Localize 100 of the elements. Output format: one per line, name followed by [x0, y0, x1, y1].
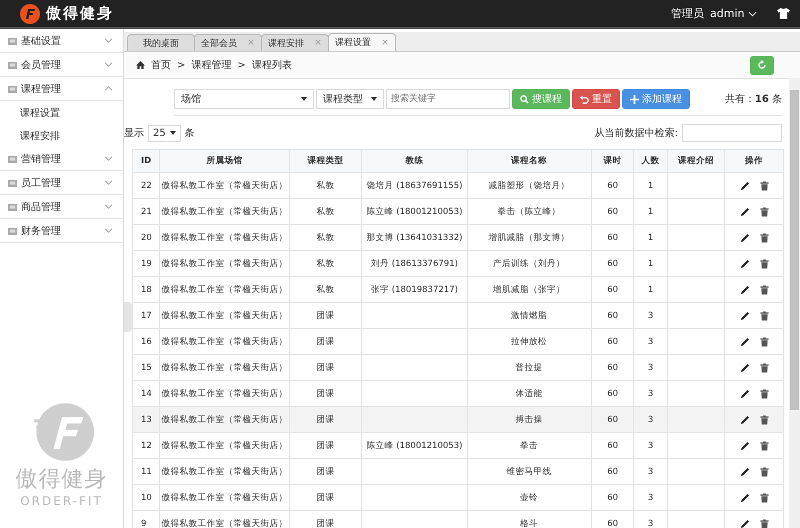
table-cell: 傲得私教工作室（常楹天街店）: [160, 406, 290, 432]
edit-icon[interactable]: [740, 440, 750, 450]
edit-icon[interactable]: [740, 310, 750, 320]
table-cell: 60: [591, 458, 634, 484]
tab[interactable]: 全部会员 ×: [194, 34, 262, 51]
table-cell: 激情燃脂: [467, 302, 592, 328]
edit-icon[interactable]: [740, 232, 750, 242]
user-menu[interactable]: admin: [710, 7, 757, 20]
search-field[interactable]: 搜索关键字: [386, 89, 510, 109]
delete-icon[interactable]: [760, 518, 769, 528]
breadcrumb-item[interactable]: 首页: [151, 58, 171, 72]
collapse-handle[interactable]: [124, 302, 132, 332]
delete-icon[interactable]: [760, 492, 769, 502]
table-cell: 60: [591, 276, 634, 302]
table-cell: 傲得私教工作室（常楹天街店）: [160, 276, 290, 302]
delete-icon[interactable]: [760, 362, 769, 372]
folder-icon: [8, 154, 17, 162]
table-cell: 私教: [289, 224, 362, 250]
sidebar-subitem[interactable]: 课程安排: [0, 124, 123, 147]
edit-icon[interactable]: [740, 414, 750, 424]
table-cell: 产后训练（刘丹）: [467, 250, 592, 276]
table-cell: 3: [634, 432, 668, 458]
column-header: 教练: [362, 150, 468, 172]
sidebar-item[interactable]: 商品管理: [0, 195, 123, 219]
delete-icon[interactable]: [760, 284, 769, 294]
edit-icon[interactable]: [740, 258, 750, 268]
table-cell: 60: [591, 406, 634, 432]
delete-icon[interactable]: [760, 440, 769, 450]
chevron-icon: [748, 11, 757, 17]
scrollbar[interactable]: [789, 78, 800, 528]
edit-icon[interactable]: [740, 466, 750, 476]
breadcrumb-separator: >: [237, 60, 246, 70]
shirt-icon[interactable]: [777, 8, 790, 19]
page-size-select[interactable]: 25: [148, 124, 181, 142]
table-cell: 傲得私教工作室（常楹天街店）: [160, 510, 290, 528]
sidebar-subitem[interactable]: 课程设置: [0, 101, 123, 124]
delete-icon[interactable]: [760, 310, 769, 320]
chevron-icon: [104, 38, 113, 43]
table-cell: 3: [634, 458, 668, 484]
edit-icon[interactable]: [740, 362, 750, 372]
table-cell: 1: [634, 250, 668, 276]
chevron-icon: [104, 156, 113, 161]
venue-select[interactable]: 场馆: [174, 89, 314, 109]
course-type-select[interactable]: 课程类型: [316, 89, 384, 109]
edit-icon[interactable]: [740, 180, 750, 190]
table-cell: 16: [132, 328, 160, 354]
table-cell: 60: [591, 484, 634, 510]
delete-icon[interactable]: [760, 258, 769, 268]
logo-icon: [20, 4, 40, 24]
chevron-icon: [104, 180, 113, 185]
delete-icon[interactable]: [760, 466, 769, 476]
sidebar-item[interactable]: 会员管理: [0, 53, 123, 77]
delete-icon[interactable]: [760, 336, 769, 346]
delete-icon[interactable]: [760, 388, 769, 398]
table-cell: 12: [132, 432, 160, 458]
column-header: 操作: [724, 150, 784, 172]
table-cell: 饶培月 (18637691155): [362, 172, 468, 198]
table-cell: 傲得私教工作室（常楹天街店）: [160, 250, 290, 276]
edit-icon[interactable]: [740, 284, 750, 294]
tab[interactable]: 课程设置 ×: [328, 33, 396, 51]
tab[interactable]: 课程安排 ×: [261, 34, 329, 51]
sidebar-item[interactable]: 营销管理: [0, 147, 123, 171]
reset-button[interactable]: 重置: [572, 89, 620, 109]
table-cell: 3: [634, 354, 668, 380]
search-icon: [520, 94, 529, 104]
sidebar-item[interactable]: 基础设置: [0, 29, 123, 53]
filter-field[interactable]: [682, 124, 782, 142]
caret-icon: [371, 97, 377, 101]
table-cell: 19: [132, 250, 160, 276]
edit-icon[interactable]: [740, 492, 750, 502]
delete-icon[interactable]: [760, 206, 769, 216]
delete-icon[interactable]: [760, 414, 769, 424]
delete-icon[interactable]: [760, 180, 769, 190]
edit-icon[interactable]: [740, 336, 750, 346]
edit-icon[interactable]: [740, 388, 750, 398]
table-cell: 1: [634, 172, 668, 198]
table-cell: 傲得私教工作室（常楹天街店）: [160, 354, 290, 380]
chevron-icon: [104, 62, 113, 67]
table-cell: 团课: [289, 484, 362, 510]
table-cell: 傲得私教工作室（常楹天街店）: [160, 198, 290, 224]
logo-text: 傲得健身: [16, 466, 108, 494]
sidebar-item[interactable]: 员工管理: [0, 171, 123, 195]
sidebar-item[interactable]: 课程管理: [0, 77, 123, 101]
breadcrumb-item[interactable]: 课程管理: [191, 58, 232, 72]
edit-icon[interactable]: [740, 206, 750, 216]
table-cell: 团课: [289, 328, 362, 354]
delete-icon[interactable]: [760, 232, 769, 242]
table-cell: 搏击操: [467, 406, 592, 432]
column-header: 课程介绍: [667, 150, 725, 172]
table-cell: 团课: [289, 302, 362, 328]
folder-icon: [8, 36, 17, 44]
table-cell: 傲得私教工作室（常楹天街店）: [160, 302, 290, 328]
edit-icon[interactable]: [740, 518, 750, 528]
sidebar-item[interactable]: 财务管理: [0, 219, 123, 243]
table-cell: 壶铃: [467, 484, 592, 510]
column-header: 所属场馆: [160, 150, 290, 172]
table-cell: 1: [634, 224, 668, 250]
tab[interactable]: 我的桌面: [127, 34, 195, 51]
table-cell: 60: [591, 432, 634, 458]
table-cell: 21: [132, 198, 160, 224]
